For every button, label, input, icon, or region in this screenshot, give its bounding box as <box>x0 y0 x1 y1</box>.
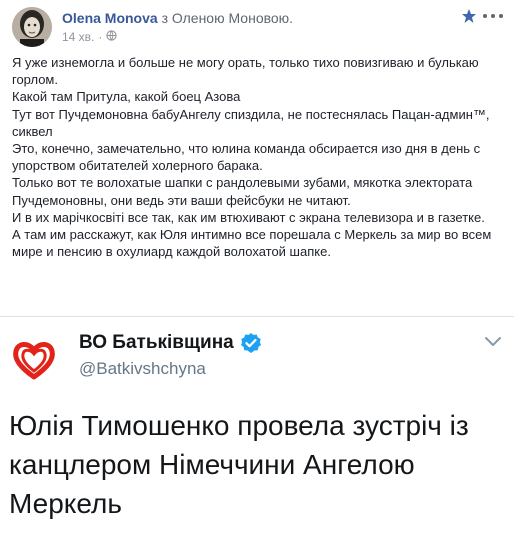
star-icon[interactable] <box>461 8 477 24</box>
post-timestamp[interactable]: 14 хв. <box>62 30 94 44</box>
with-author[interactable]: з Оленою Моновою. <box>162 10 293 26</box>
tweet-author-handle[interactable]: @Batkivshchyna <box>79 358 206 380</box>
post-text: Я уже изнемогла и больше не могу орать, … <box>12 54 502 260</box>
post-line: Тут вот Пучдемоновна бабуАнгелу спиздила… <box>12 106 490 139</box>
author-name[interactable]: Olena Monova <box>62 10 158 26</box>
post-line: А там им расскажут, как Юля интимно все … <box>12 227 492 260</box>
post-line: Это, конечно, замечательно, что юлина ко… <box>12 141 481 174</box>
more-options-icon[interactable] <box>483 8 503 24</box>
tweet-author-name[interactable]: ВО Батьківщина <box>79 331 262 355</box>
globe-icon <box>106 30 118 44</box>
post-header: Olena Monova з Оленою Моновою. 14 хв. · <box>0 0 514 50</box>
post-meta: 14 хв. · <box>62 30 118 44</box>
verified-badge-icon <box>240 332 262 354</box>
post-line: И в их марічкосвіті все так, как им втюх… <box>12 209 485 225</box>
tweet-author-label: ВО Батьківщина <box>79 332 234 353</box>
heart-logo-icon <box>11 337 57 383</box>
embedded-tweet[interactable]: ВО Батьківщина @Batkivshchyna Юлія Тимош… <box>0 316 514 542</box>
chevron-down-icon[interactable] <box>484 335 502 347</box>
author-line: Olena Monova з Оленою Моновою. <box>62 9 293 27</box>
post-line: Какой там Притула, какой боец Азова <box>12 89 241 105</box>
post-line: Только вот те волохатые шапки с рандолев… <box>12 175 473 208</box>
post-line: Я уже изнемогла и больше не могу орать, … <box>12 55 479 88</box>
author-avatar[interactable] <box>12 7 52 47</box>
tweet-text: Юлія Тимошенко провела зустріч із канцле… <box>9 410 469 519</box>
